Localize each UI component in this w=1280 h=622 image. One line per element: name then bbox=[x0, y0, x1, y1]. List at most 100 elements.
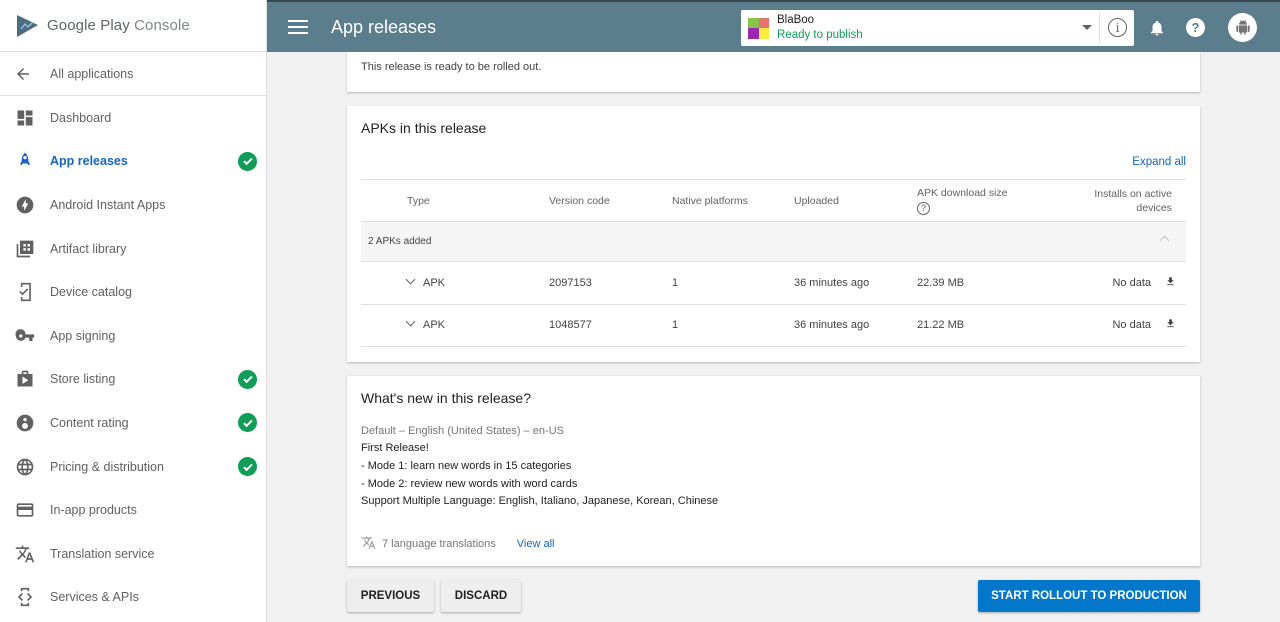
apk-uploaded: 36 minutes ago bbox=[794, 304, 917, 347]
page-title: App releases bbox=[331, 16, 437, 37]
sidebar-item-device-catalog[interactable]: Device catalog bbox=[0, 270, 266, 314]
column-header-apk-download-size[interactable]: APK download size ? bbox=[917, 179, 1055, 222]
download-icon[interactable] bbox=[1165, 276, 1176, 290]
play-console-logo-icon bbox=[17, 14, 38, 37]
start-rollout-button[interactable]: START ROLLOUT TO PRODUCTION bbox=[978, 580, 1200, 612]
apk-type: APK bbox=[423, 276, 446, 289]
apk-native-platforms: 1 bbox=[672, 261, 794, 305]
chevron-down-icon[interactable] bbox=[405, 274, 416, 285]
column-header-type[interactable]: Type bbox=[361, 179, 549, 222]
apk-size: 22.39 MB bbox=[917, 261, 1055, 305]
sidebar-item-artifact-library[interactable]: Artifact library bbox=[0, 227, 266, 271]
check-circle-icon bbox=[238, 151, 257, 171]
apk-size: 21.22 MB bbox=[917, 304, 1055, 347]
apk-installs: No data bbox=[1112, 319, 1151, 332]
content-rating-icon bbox=[15, 413, 35, 433]
discard-button[interactable]: DISCARD bbox=[441, 580, 521, 612]
table-row[interactable]: APK 2097153 1 36 minutes ago 22.39 MB No… bbox=[361, 261, 1186, 305]
info-icon[interactable]: i bbox=[1108, 18, 1127, 37]
whats-new-line: - Mode 1: learn new words in 15 categori… bbox=[361, 459, 572, 472]
menu-icon[interactable] bbox=[288, 20, 308, 34]
download-icon[interactable] bbox=[1165, 318, 1176, 332]
apk-installs: No data bbox=[1112, 276, 1151, 289]
column-header-version-code[interactable]: Version code bbox=[549, 179, 672, 222]
sidebar-item-store-listing[interactable]: Store listing bbox=[0, 358, 266, 402]
sidebar-item-label: Android Instant Apps bbox=[50, 197, 166, 212]
column-header-uploaded[interactable]: Uploaded bbox=[794, 179, 917, 222]
sidebar-item-services-apis[interactable]: Services & APIs bbox=[0, 576, 266, 620]
sidebar-item-label: Services & APIs bbox=[50, 590, 139, 605]
installs-label: Installs on active devices bbox=[1094, 187, 1172, 214]
chevron-down-icon[interactable] bbox=[1082, 25, 1092, 30]
app-selector-dropdown[interactable]: BlaBoo Ready to publish i bbox=[741, 10, 1134, 46]
logo-text-bold: Google Play bbox=[47, 17, 130, 34]
notifications-bell-icon[interactable] bbox=[1148, 18, 1166, 43]
previous-button[interactable]: PREVIOUS bbox=[347, 580, 434, 612]
whats-new-card: What's new in this release? Default – En… bbox=[347, 376, 1200, 566]
action-bar: PREVIOUS DISCARD START ROLLOUT TO PRODUC… bbox=[347, 580, 1200, 612]
sidebar-item-label: Pricing & distribution bbox=[50, 459, 164, 474]
bolt-icon bbox=[15, 195, 35, 215]
sidebar-item-label: Dashboard bbox=[50, 110, 112, 125]
store-icon bbox=[15, 369, 35, 389]
all-applications-label: All applications bbox=[50, 66, 134, 81]
apk-version-code: 2097153 bbox=[549, 261, 672, 305]
table-header-row: Type Version code Native platforms Uploa… bbox=[361, 179, 1186, 222]
column-header-installs[interactable]: Installs on active devices bbox=[1055, 179, 1186, 222]
chevron-up-icon[interactable] bbox=[1159, 235, 1170, 246]
sidebar-item-in-app-products[interactable]: In-app products bbox=[0, 488, 266, 532]
table-row[interactable]: APK 1048577 1 36 minutes ago 21.22 MB No… bbox=[361, 304, 1186, 347]
sidebar-item-label: Translation service bbox=[50, 546, 155, 561]
whats-new-line: First Release! bbox=[361, 442, 429, 454]
sidebar-item-label: Artifact library bbox=[50, 241, 127, 256]
all-applications-link[interactable]: All applications bbox=[0, 52, 266, 96]
whats-new-line: - Mode 2: review new words with word car… bbox=[361, 477, 578, 490]
whats-new-title: What's new in this release? bbox=[361, 390, 531, 406]
sidebar-item-app-releases[interactable]: App releases bbox=[0, 140, 266, 184]
sidebar-item-label: Content rating bbox=[50, 415, 129, 430]
sidebar: Google Play Console All applications Das… bbox=[0, 0, 267, 622]
help-circle-icon[interactable]: ? bbox=[917, 201, 930, 215]
library-icon bbox=[15, 239, 35, 259]
apk-group-label: 2 APKs added bbox=[361, 221, 1055, 262]
sidebar-item-label: App signing bbox=[50, 328, 116, 343]
apk-download-size-label: APK download size bbox=[917, 186, 1008, 199]
arrow-back-icon bbox=[14, 65, 36, 83]
apks-table: Type Version code Native platforms Uploa… bbox=[361, 179, 1186, 347]
account-avatar[interactable] bbox=[1228, 13, 1257, 42]
help-icon[interactable]: ? bbox=[1186, 18, 1205, 37]
divider bbox=[1099, 13, 1100, 43]
sidebar-item-content-rating[interactable]: Content rating bbox=[0, 401, 266, 445]
key-icon bbox=[15, 326, 35, 346]
top-app-bar: App releases BlaBoo Ready to publish i ? bbox=[267, 0, 1280, 52]
main-content: This release is ready to be rolled out. … bbox=[347, 52, 1200, 566]
apk-native-platforms: 1 bbox=[672, 304, 794, 347]
apks-card: APKs in this release Expand all Type Ver… bbox=[347, 106, 1200, 362]
column-header-native-platforms[interactable]: Native platforms bbox=[672, 179, 794, 222]
dashboard-icon bbox=[15, 108, 35, 128]
sidebar-item-app-signing[interactable]: App signing bbox=[0, 314, 266, 358]
check-circle-icon bbox=[238, 369, 257, 389]
google-play-console-logo[interactable]: Google Play Console bbox=[0, 0, 266, 52]
sidebar-item-android-instant-apps[interactable]: Android Instant Apps bbox=[0, 183, 266, 227]
view-all-link[interactable]: View all bbox=[517, 538, 555, 550]
android-icon bbox=[1235, 19, 1250, 35]
check-circle-icon bbox=[238, 413, 257, 433]
apk-group-row[interactable]: 2 APKs added bbox=[361, 221, 1186, 262]
sidebar-item-label: Device catalog bbox=[50, 285, 132, 300]
sidebar-item-dashboard[interactable]: Dashboard bbox=[0, 96, 266, 140]
whats-new-language: Default – English (United States) – en-U… bbox=[361, 425, 564, 437]
app-icon bbox=[748, 17, 769, 39]
chevron-down-icon[interactable] bbox=[405, 316, 416, 327]
sidebar-item-label: In-app products bbox=[50, 503, 137, 518]
whats-new-body: First Release! - Mode 1: learn new words… bbox=[361, 440, 1186, 511]
check-circle-icon bbox=[238, 457, 257, 477]
apks-card-title: APKs in this release bbox=[361, 120, 487, 136]
rocket-icon bbox=[15, 151, 35, 171]
release-status-card: This release is ready to be rolled out. bbox=[347, 52, 1200, 92]
translate-icon bbox=[15, 544, 35, 564]
apk-type: APK bbox=[423, 319, 446, 332]
sidebar-item-translation-service[interactable]: Translation service bbox=[0, 532, 266, 576]
sidebar-item-pricing-distribution[interactable]: Pricing & distribution bbox=[0, 445, 266, 489]
expand-all-link[interactable]: Expand all bbox=[1132, 156, 1186, 168]
